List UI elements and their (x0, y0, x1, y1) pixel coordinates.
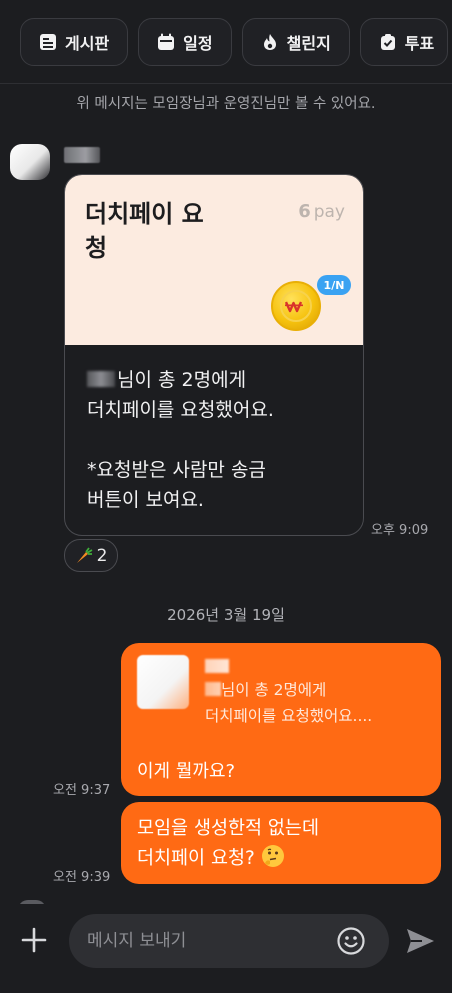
carrot-icon (76, 546, 93, 563)
pay-logo-mark: 6 (298, 201, 311, 222)
date-separator: 2026년 3월 19일 (167, 606, 285, 624)
coin-icon (271, 281, 321, 331)
message-text-line2: 더치페이 요청? (137, 848, 255, 869)
tab-challenge[interactable]: 챌린지 (241, 17, 350, 66)
top-tab-bar: 게시판 일정 챌린지 투표 (0, 0, 452, 84)
tab-challenge-label: 챌린지 (286, 33, 331, 53)
vote-icon (380, 33, 395, 50)
tab-board-label: 게시판 (65, 33, 110, 53)
thinking-face-icon (261, 845, 284, 867)
card-timestamp: 오후 9:09 (371, 523, 429, 538)
sender-name-redacted (64, 147, 100, 163)
quote-thumbnail (137, 655, 189, 709)
card-body-line3: *요청받은 사람만 송금 (87, 459, 266, 481)
message-timestamp: 오전 9:39 (53, 870, 111, 885)
tab-vote[interactable]: 투표 (359, 17, 448, 66)
flame-icon (263, 33, 276, 50)
quoted-message: 님이 총 2명에게 더치페이를 요청했어요.... (205, 681, 373, 725)
pay-logo-text: pay (313, 201, 345, 222)
emoji-icon[interactable] (336, 926, 366, 956)
outgoing-message-bubble[interactable]: 모임을 생성한적 없는데 더치페이 요청? (121, 802, 441, 884)
reaction-count: 2 (96, 545, 108, 566)
outgoing-message-bubble[interactable]: 님이 총 2명에게 더치페이를 요청했어요.... 이게 뭘까요? (121, 643, 441, 796)
card-header: 더치페이 요청 6 pay 1/N (65, 175, 363, 345)
redacted-name (205, 682, 221, 696)
tab-schedule[interactable]: 일정 (138, 17, 232, 66)
plus-icon[interactable] (20, 926, 48, 954)
quote-name-redacted (205, 659, 229, 673)
sender-avatar[interactable] (10, 144, 50, 180)
pay-logo: 6 pay (298, 201, 345, 222)
redacted-name (87, 371, 115, 387)
card-body-line2: 더치페이를 요청했어요. (87, 399, 274, 421)
send-icon[interactable] (404, 926, 436, 956)
tab-vote-label: 투표 (404, 33, 435, 53)
calendar-icon (158, 33, 175, 50)
board-icon (40, 33, 56, 50)
tab-schedule-label: 일정 (183, 33, 213, 53)
dutch-pay-card[interactable]: 더치페이 요청 6 pay 1/N 님이 총 2명에게 더치페이를 요청했어요.… (64, 174, 364, 536)
message-timestamp: 오전 9:37 (53, 783, 111, 798)
split-badge: 1/N (317, 275, 351, 295)
card-title: 더치페이 요청 (85, 200, 204, 262)
message-text: 이게 뭘까요? (137, 761, 236, 782)
tab-board[interactable]: 게시판 (20, 17, 129, 66)
reaction-chip[interactable]: 2 (64, 539, 118, 572)
message-text-line1: 모임을 생성한적 없는데 (137, 818, 319, 839)
card-body-line4: 버튼이 보여요. (87, 489, 204, 511)
card-body: 님이 총 2명에게 더치페이를 요청했어요. *요청받은 사람만 송금 버튼이 … (65, 345, 363, 535)
notice-text: 위 메시지는 모임장님과 운영진님만 볼 수 있어요. (76, 96, 376, 112)
card-body-line1: 님이 총 2명에게 (87, 365, 341, 395)
